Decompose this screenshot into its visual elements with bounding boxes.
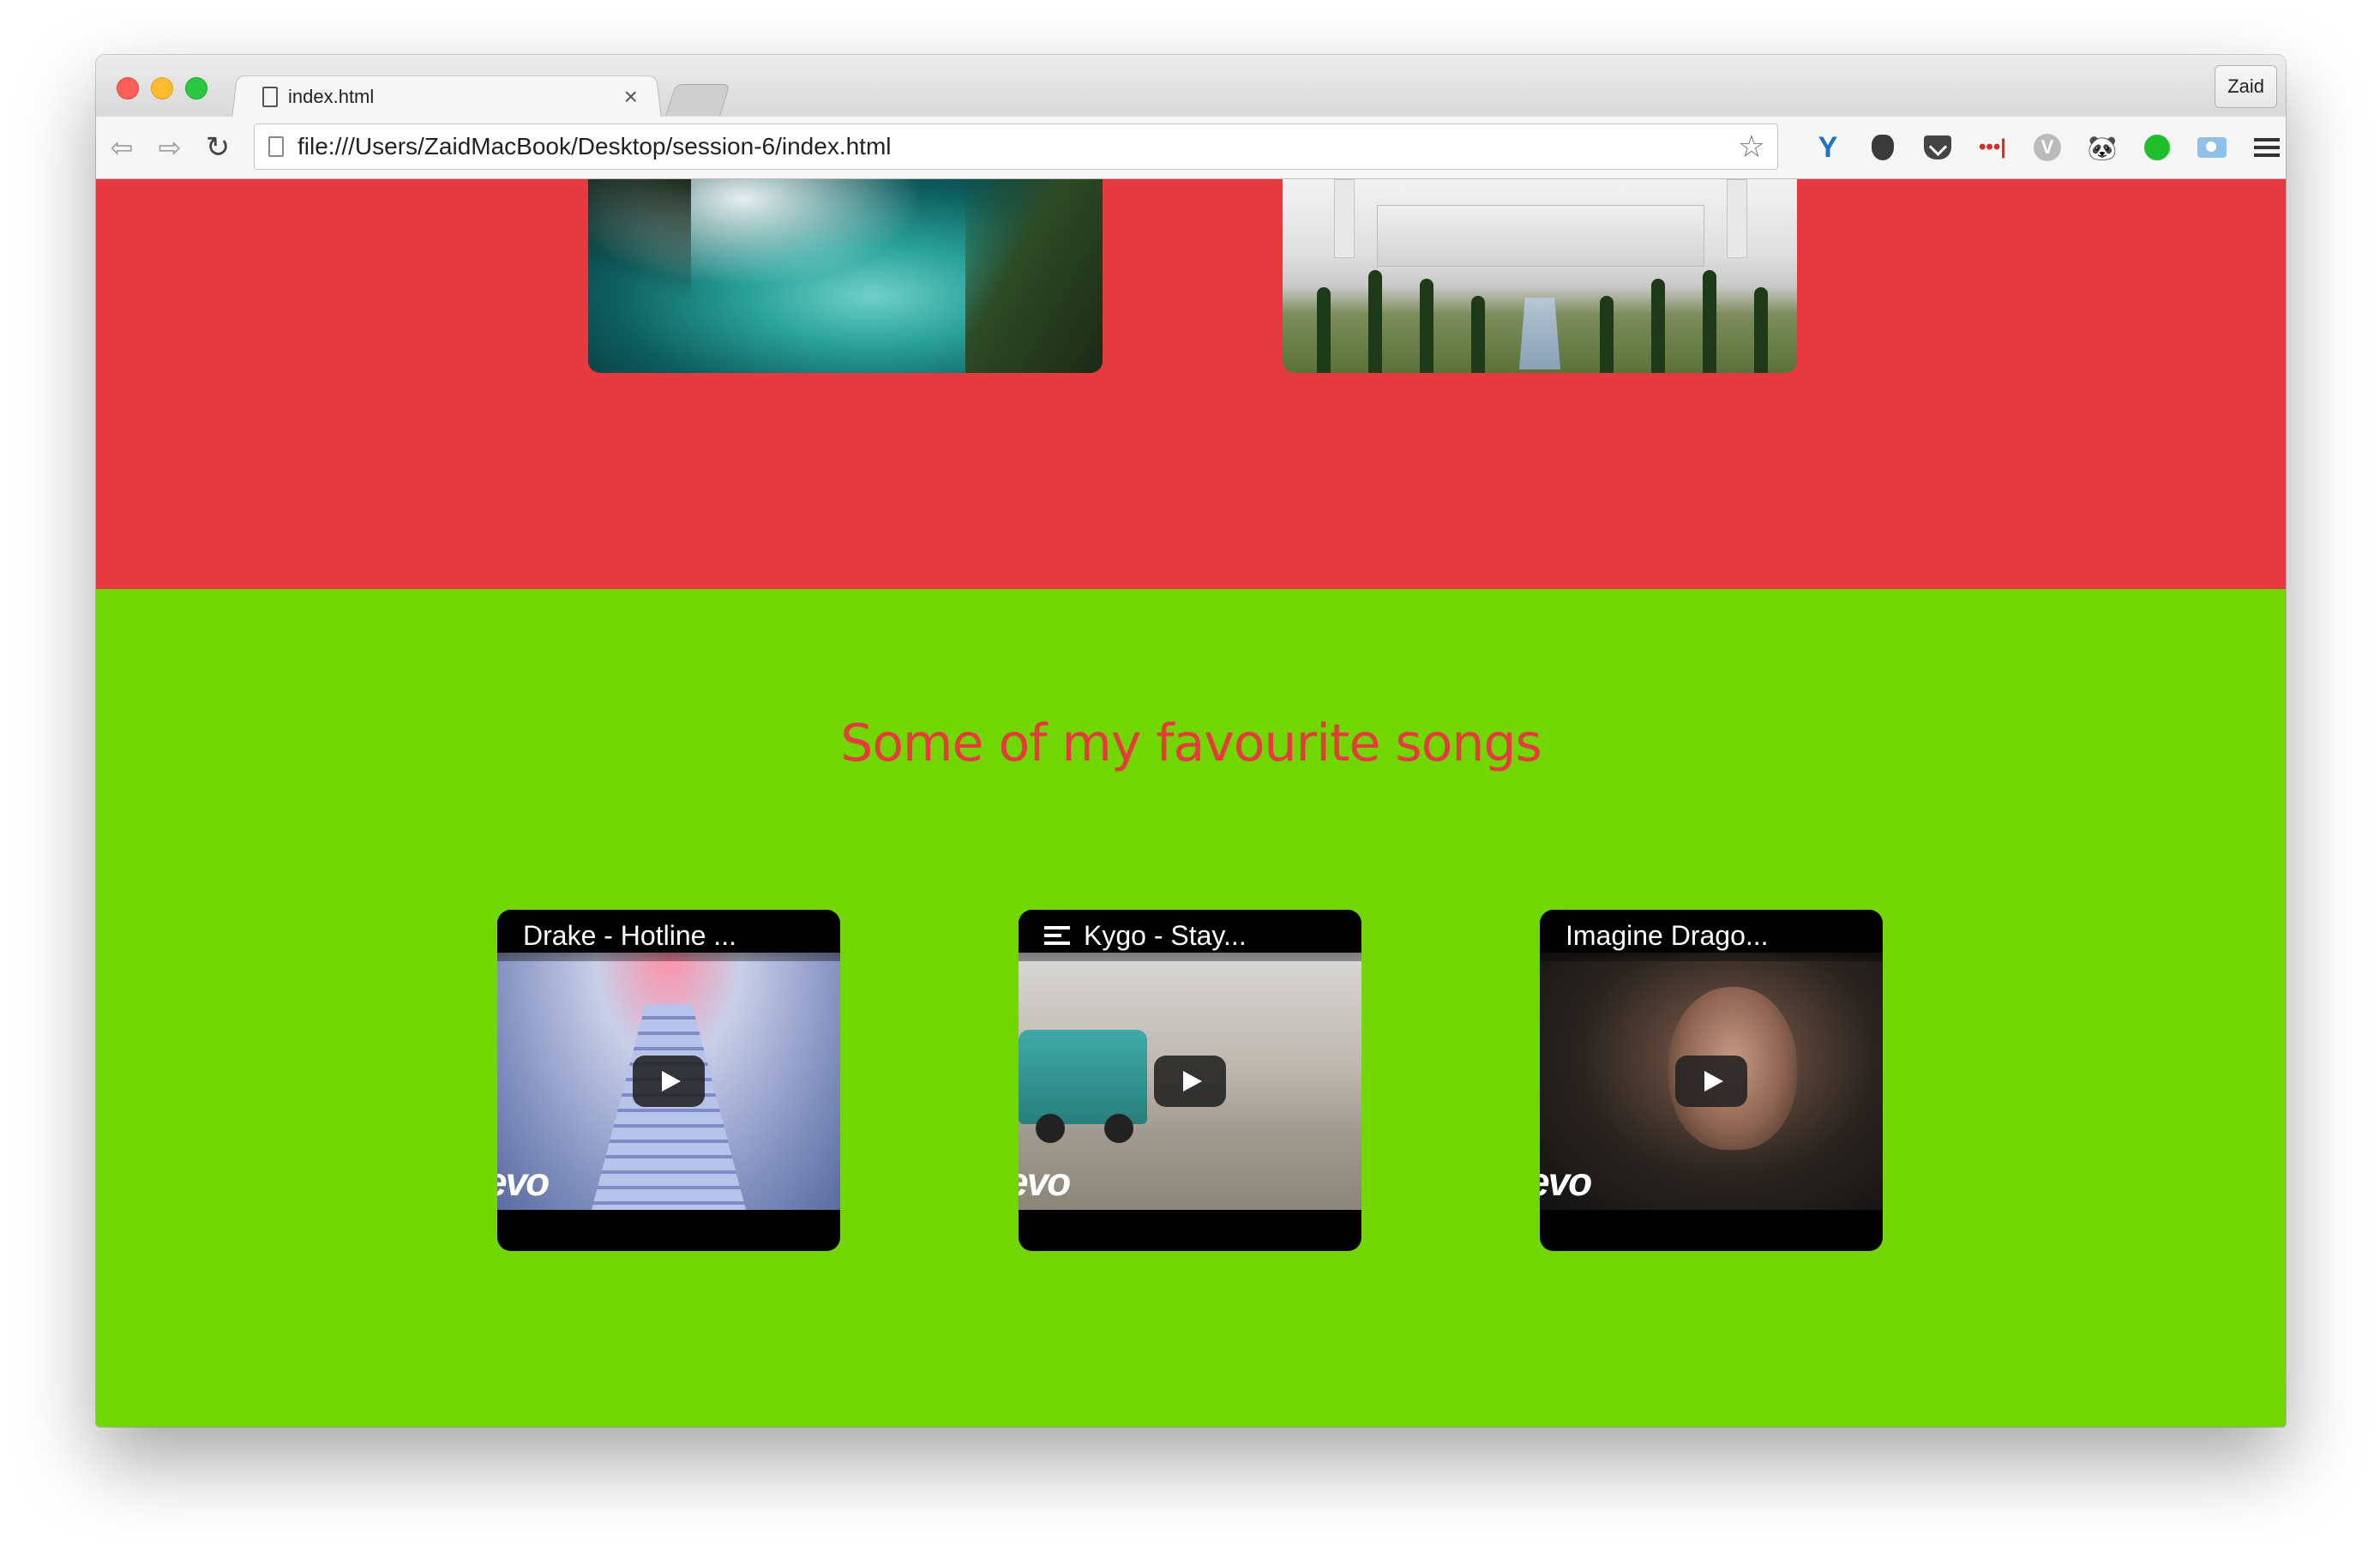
vimeo-glyph: V [2034, 134, 2061, 161]
pocket-icon[interactable] [1910, 125, 1965, 170]
tab-bar: index.html × Zaid [96, 55, 2286, 119]
new-tab-button[interactable] [664, 84, 731, 116]
video-title-bar[interactable]: Imagine Drago... [1540, 910, 1883, 961]
browser-window: index.html × Zaid ⇦ ⇨ ↻ file:///Users/Za… [96, 55, 2286, 1427]
vevo-logo: evo [1019, 1159, 1071, 1204]
taj-building [1377, 205, 1704, 267]
tab-title: index.html [288, 86, 375, 107]
play-icon [662, 1071, 681, 1092]
photo-section [96, 179, 2286, 589]
video-title[interactable]: Imagine Drago... [1566, 920, 1769, 952]
hamburger-shape [2254, 138, 2280, 157]
url-text[interactable]: file:///Users/ZaidMacBook/Desktop/sessio… [298, 133, 1738, 160]
songs-section: Some of my favourite songs Drake - Hotli… [96, 589, 2286, 1427]
video-title-bar[interactable]: Kygo - Stay... [1019, 910, 1361, 961]
niagara-falls-photo [588, 179, 1103, 373]
cypress-tree [1420, 279, 1433, 373]
playlist-icon [1044, 926, 1070, 945]
play-button[interactable] [633, 1056, 705, 1107]
video-title[interactable]: Drake - Hotline ... [523, 920, 736, 952]
play-button[interactable] [1154, 1056, 1226, 1107]
cypress-tree [1754, 287, 1768, 373]
tab-close-icon[interactable]: × [624, 85, 638, 109]
stairs-scene [592, 1004, 746, 1210]
minaret-left [1334, 179, 1355, 258]
jeep-scene [1019, 1030, 1147, 1143]
cypress-tree [1368, 270, 1382, 373]
ghostery-shape [1872, 135, 1894, 160]
address-bar[interactable]: file:///Users/ZaidMacBook/Desktop/sessio… [254, 123, 1778, 170]
play-icon [1704, 1071, 1723, 1092]
page-viewport[interactable]: Some of my favourite songs Drake - Hotli… [96, 179, 2286, 1427]
cypress-tree [1703, 270, 1716, 373]
video-embed-imagine-dragons[interactable]: Imagine Drago... evo [1540, 910, 1883, 1251]
panda-icon[interactable]: 🐼 [2075, 125, 2130, 170]
green-dot [2144, 135, 2170, 160]
yoast-icon[interactable]: Y [1800, 125, 1855, 170]
minaret-right [1727, 179, 1747, 258]
cypress-tree [1651, 279, 1665, 373]
file-icon [262, 87, 278, 107]
cypress-tree [1471, 296, 1485, 373]
video-embed-kygo[interactable]: Kygo - Stay... evo [1019, 910, 1361, 1251]
camera-shape [2197, 137, 2227, 158]
cypress-tree [1317, 287, 1331, 373]
video-title[interactable]: Kygo - Stay... [1084, 920, 1247, 952]
ghostery-icon[interactable] [1855, 125, 1910, 170]
back-arrow-icon[interactable]: ⇦ [99, 125, 144, 170]
tab-content[interactable]: index.html × [250, 75, 653, 118]
window-close-button[interactable] [117, 77, 139, 99]
toolbar: ⇦ ⇨ ↻ file:///Users/ZaidMacBook/Desktop/… [96, 117, 2286, 179]
pocket-shape [1924, 135, 1951, 159]
reload-icon[interactable]: ↻ [195, 125, 240, 170]
vevo-logo: evo [497, 1159, 550, 1204]
window-minimize-button[interactable] [151, 77, 173, 99]
lastpass-icon[interactable]: •••| [1965, 125, 2020, 170]
taj-mahal-photo [1283, 179, 1797, 373]
profile-button[interactable]: Zaid [2215, 65, 2277, 108]
reflecting-pool [1518, 298, 1561, 370]
cypress-tree [1600, 296, 1614, 373]
play-button[interactable] [1675, 1056, 1747, 1107]
video-title-bar[interactable]: Drake - Hotline ... [497, 910, 840, 961]
play-icon [1183, 1071, 1202, 1092]
lastpass-glyph: •••| [1979, 135, 2006, 159]
bookmark-star-icon[interactable]: ☆ [1738, 129, 1765, 165]
vevo-logo: evo [1540, 1159, 1592, 1204]
screenshot-camera-icon[interactable] [2185, 125, 2239, 170]
section-title: Some of my favourite songs [840, 713, 1542, 773]
desktop: index.html × Zaid ⇦ ⇨ ↻ file:///Users/Za… [0, 0, 2380, 1564]
window-maximize-button[interactable] [185, 77, 207, 99]
video-embed-drake[interactable]: Drake - Hotline ... evo [497, 910, 840, 1251]
forward-arrow-icon[interactable]: ⇨ [147, 125, 192, 170]
yoast-glyph: Y [1818, 130, 1838, 164]
extension-icons: Y •••| V 🐼 [1800, 125, 2286, 170]
panda-glyph: 🐼 [2087, 134, 2118, 161]
chrome-menu-icon[interactable] [2239, 125, 2286, 170]
page-icon [268, 136, 284, 157]
vimeo-icon[interactable]: V [2020, 125, 2075, 170]
status-green-icon[interactable] [2130, 125, 2185, 170]
